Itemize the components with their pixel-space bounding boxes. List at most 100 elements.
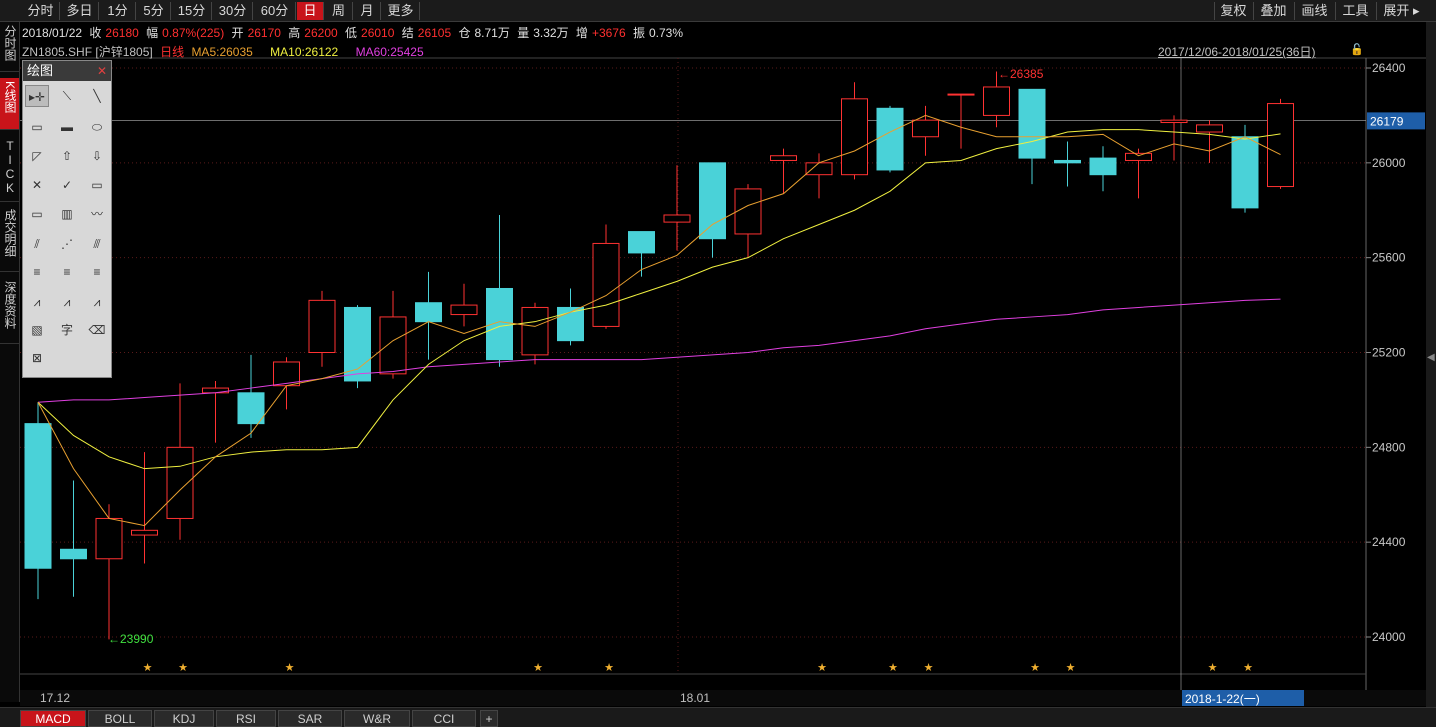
fan-icon[interactable]: ⋰ — [55, 233, 79, 255]
tab-rsi[interactable]: RSI — [216, 710, 276, 727]
indicator-legend: ZN1805.SHF [沪锌1805] 日线 MA5:26035 MA10:26… — [22, 43, 424, 59]
candle-body — [379, 316, 407, 375]
candle-body — [1018, 88, 1046, 159]
crosshair-price-label: 26179 — [1370, 114, 1404, 128]
gann-3-icon[interactable]: ⩘ — [85, 291, 109, 313]
tab-sar[interactable]: SAR — [278, 710, 342, 727]
rect-filled-icon[interactable]: ▬ — [55, 116, 79, 138]
drawing-toolbox: 绘图 ✕ ▸✛ ⟍ ╲ ▭ ▬ ⬭ ◸ ⇧ ⇩ ✕ ✓ ▭ ▭ ▥ 〰 ⫽ ⋰ ⫻ ≡ ≡ ≡ ⩘ ⩘ ⩘ ▧ 字 ⌫ ⊠ — [22, 60, 112, 378]
amp-value: 0.73% — [649, 26, 684, 40]
event-star-icon: ★ — [1208, 662, 1218, 674]
price-tick-label: 25200 — [1372, 346, 1406, 360]
candle-body — [1196, 124, 1223, 133]
time-axis: 17.12 18.01 2018-1-22(一) — [20, 690, 1426, 706]
tab-boll[interactable]: BOLL — [88, 710, 152, 727]
select-tool-icon[interactable]: ▸✛ — [25, 85, 49, 107]
tab-wr[interactable]: W&R — [344, 710, 410, 727]
price-tick-label: 26400 — [1372, 61, 1406, 75]
low-value: 26010 — [361, 26, 395, 40]
fib-left-icon[interactable]: ≡ — [25, 261, 49, 283]
chevron-left-icon[interactable]: ◀ — [1427, 352, 1435, 363]
ma60-label: MA60:25425 — [355, 45, 424, 59]
open-value: 26170 — [247, 26, 281, 40]
tab-cci[interactable]: CCI — [412, 710, 476, 727]
fib-mid-icon[interactable]: ≡ — [55, 261, 79, 283]
add-indicator-button[interactable]: + — [480, 710, 498, 727]
hatch-icon[interactable]: ▧ — [25, 319, 49, 341]
drawing-toolbox-header[interactable]: 绘图 ✕ — [23, 61, 111, 81]
symbol-label: ZN1805.SHF [沪锌1805] — [22, 45, 153, 59]
ruler-icon[interactable]: ▭ — [25, 203, 49, 225]
price-tag-icon[interactable]: ▭ — [85, 174, 109, 196]
event-star-icon: ★ — [143, 662, 153, 674]
close-icon[interactable]: ✕ — [97, 61, 107, 81]
channel-icon[interactable]: ⫽ — [25, 233, 49, 255]
incr-value: +3676 — [591, 26, 626, 40]
quote-date: 2018/01/22 — [22, 26, 83, 40]
line-icon[interactable]: ╲ — [85, 85, 109, 107]
candle-body — [592, 242, 620, 327]
price-tick-label: 24400 — [1372, 535, 1406, 549]
candle-body — [1231, 136, 1259, 209]
candle-body — [1125, 152, 1152, 161]
x-label-1801: 18.01 — [680, 691, 711, 705]
candle-body — [415, 302, 442, 323]
high-value: 26200 — [304, 26, 338, 40]
event-star-icon: ★ — [1030, 662, 1040, 674]
event-star-icon: ★ — [604, 662, 614, 674]
date-range-link[interactable]: 2017/12/06-2018/01/25(36日) — [1158, 43, 1315, 60]
ma5-line — [37, 114, 1281, 527]
price-tick-label: 24000 — [1372, 630, 1406, 644]
eraser-icon[interactable]: ⌫ — [85, 319, 109, 341]
tab-kdj[interactable]: KDJ — [154, 710, 214, 727]
candle-body — [1089, 157, 1117, 176]
event-star-icon: ★ — [817, 662, 827, 674]
event-star-icon: ★ — [1243, 662, 1253, 674]
gann-1-icon[interactable]: ⩘ — [25, 291, 49, 313]
high-label: 高 — [288, 26, 301, 40]
oi-value: 8.71万 — [474, 26, 510, 40]
candle-body — [770, 155, 797, 161]
crosshair-date-label: 2018-1-22(一) — [1182, 690, 1304, 706]
triangle-icon[interactable]: ◸ — [25, 145, 49, 167]
event-star-icon: ★ — [178, 662, 188, 674]
ellipse-icon[interactable]: ⬭ — [85, 116, 109, 138]
change-value: 0.87%(225) — [162, 26, 225, 40]
candle-body — [344, 306, 371, 382]
cross-mark-icon[interactable]: ✕ — [25, 174, 49, 196]
event-star-icon: ★ — [533, 662, 543, 674]
kline-chart[interactable]: 26400 26000 25600 25200 24800 24400 24000 26179… — [0, 0, 1436, 727]
candle-body — [805, 162, 833, 176]
check-mark-icon[interactable]: ✓ — [55, 174, 79, 196]
candle-body — [663, 214, 691, 223]
candle-body — [1160, 119, 1188, 124]
text-tool-icon[interactable]: 字 — [55, 319, 79, 341]
right-scroll-edge: ◀ — [1426, 22, 1436, 707]
candle-body — [450, 304, 478, 316]
arrow-up-icon[interactable]: ⇧ — [55, 145, 79, 167]
change-label: 幅 — [146, 26, 159, 40]
event-star-icon: ★ — [924, 662, 934, 674]
drawing-toolbox-title: 绘图 — [27, 63, 54, 78]
tab-macd[interactable]: MACD — [20, 710, 86, 727]
lock-icon[interactable]: 🔓 — [1350, 43, 1364, 57]
parallel-icon[interactable]: ⫻ — [85, 233, 109, 255]
delete-all-icon[interactable]: ⊠ — [25, 347, 49, 369]
gann-2-icon[interactable]: ⩘ — [55, 291, 79, 313]
price-tick-label: 24800 — [1372, 440, 1406, 454]
low-label: 低 — [345, 26, 358, 40]
candle-body — [95, 517, 123, 560]
indicator-tabs-bar: MACD BOLL KDJ RSI SAR W&R CCI + — [0, 707, 1436, 727]
rect-outline-icon[interactable]: ▭ — [25, 116, 49, 138]
ma10-line — [37, 129, 1281, 470]
wave-icon[interactable]: 〰 — [85, 203, 109, 225]
candle-body — [841, 98, 868, 176]
amp-label: 振 — [632, 26, 645, 40]
line-segment-icon[interactable]: ⟍ — [55, 85, 79, 107]
candle-body — [131, 529, 158, 536]
arrow-down-icon[interactable]: ⇩ — [85, 145, 109, 167]
fib-right-icon[interactable]: ≡ — [85, 261, 109, 283]
event-star-icon: ★ — [285, 662, 295, 674]
bars-icon[interactable]: ▥ — [55, 203, 79, 225]
vol-value: 3.32万 — [533, 26, 569, 40]
